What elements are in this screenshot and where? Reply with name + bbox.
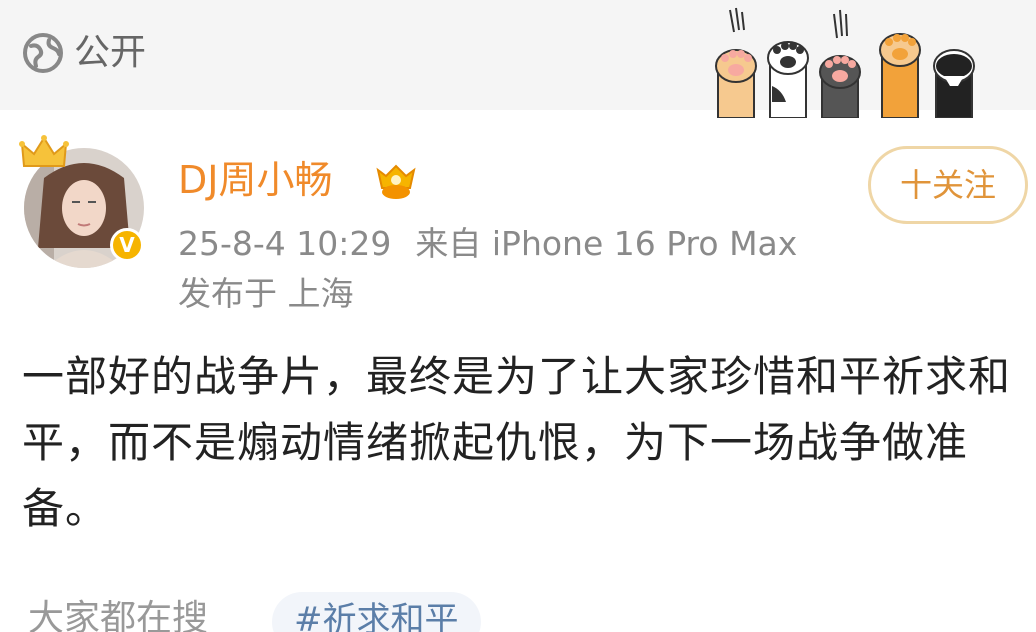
post-source: 来自 iPhone 16 Pro Max	[415, 224, 798, 263]
follow-button[interactable]: 十关注	[868, 146, 1028, 224]
verified-v-icon: V	[110, 228, 144, 262]
post-datetime: 25-8-4 10:29	[178, 224, 392, 263]
hashtag-chip[interactable]: #祈求和平	[272, 592, 481, 632]
post-location: 发布于 上海	[178, 274, 354, 313]
gold-crown-badge-icon	[376, 164, 416, 199]
post-meta: 25-8-4 10:29 来自 iPhone 16 Pro Max	[178, 222, 797, 266]
trending-bar: 大家都在搜 #祈求和平	[22, 592, 1022, 632]
visibility-label: 公开	[74, 32, 147, 73]
cat-paws-icon	[715, 7, 975, 118]
post-content: 一部好的战争片，最终是为了让大家珍惜和平祈求和平，而不是煽动情绪掀起仇恨，为下一…	[22, 352, 1012, 533]
avatar[interactable]: V	[18, 132, 158, 272]
globe-icon	[23, 33, 63, 73]
trending-label: 大家都在搜	[28, 598, 209, 632]
crown-icon	[19, 135, 69, 167]
author-name[interactable]: DJ周小畅	[178, 156, 332, 204]
visibility-bar: 公开	[0, 0, 1036, 118]
